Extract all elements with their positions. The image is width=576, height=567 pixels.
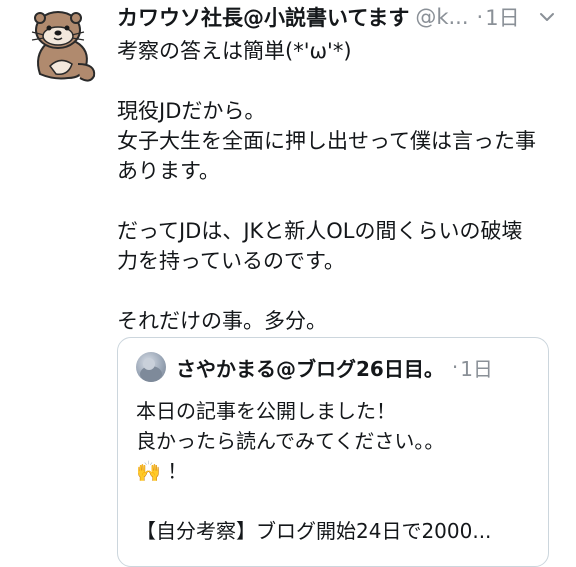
otter-avatar-icon[interactable] <box>20 4 104 88</box>
tweet-header: カワウソ社長@小説書いてます @k... · 1日 <box>117 2 556 32</box>
separator-dot: · <box>451 355 459 379</box>
tweet-text-line: 現役JDだから。 <box>117 99 266 123</box>
tweet-text-line: 考察の答えは簡単(*'ω'*) <box>117 39 352 63</box>
tweet-text-line: それだけの事。多分。 <box>117 309 327 333</box>
tweet-text-line: 女子大生を全面に押し出せって僕は言った事 <box>117 129 536 153</box>
quoted-text-line <box>136 486 546 516</box>
quoted-tweet-timestamp[interactable]: 1日 <box>460 353 493 382</box>
quoted-author-name[interactable]: さやかまる@ブログ26日目。 <box>176 353 444 382</box>
chevron-down-icon[interactable] <box>538 8 556 26</box>
tweet-text-line: あります。 <box>117 159 220 183</box>
tweet-text-line: だってJDは、JKと新人OLの間くらいの破壊 <box>117 219 523 243</box>
author-name[interactable]: カワウソ社長@小説書いてます <box>117 2 409 32</box>
quoted-tweet-card[interactable]: さやかまる@ブログ26日目。 · 1日 本日の記事を公開しました！ 良かったら読… <box>117 337 549 567</box>
author-handle[interactable]: @k... <box>415 5 468 29</box>
quoted-text-line: 本日の記事を公開しました！ <box>136 399 396 423</box>
quoted-tweet-header: さやかまる@ブログ26日目。 · 1日 <box>176 351 538 383</box>
quoted-text-line: 良かったら読んでみてください。。 <box>136 429 445 453</box>
quoted-text-line: 🙌 ！ <box>136 459 188 483</box>
tweet-text-line <box>117 66 562 96</box>
tweet-timestamp[interactable]: 1日 <box>485 2 519 32</box>
tweet-text-line: 力を持っているのです。 <box>117 249 345 273</box>
quoted-text-line: 【自分考察】ブログ開始24日で2000... <box>136 519 492 543</box>
separator-dot: · <box>476 5 484 29</box>
tweet-text: 考察の答えは簡単(*'ω'*) 現役JDだから。 女子大生を全面に押し出せって僕… <box>117 36 562 336</box>
quoted-author-avatar[interactable] <box>136 352 166 382</box>
quoted-tweet-text: 本日の記事を公開しました！ 良かったら読んでみてください。。 🙌 ！ 【自分考察… <box>136 396 546 546</box>
tweet-text-line <box>117 276 562 306</box>
tweet-text-line <box>117 186 562 216</box>
